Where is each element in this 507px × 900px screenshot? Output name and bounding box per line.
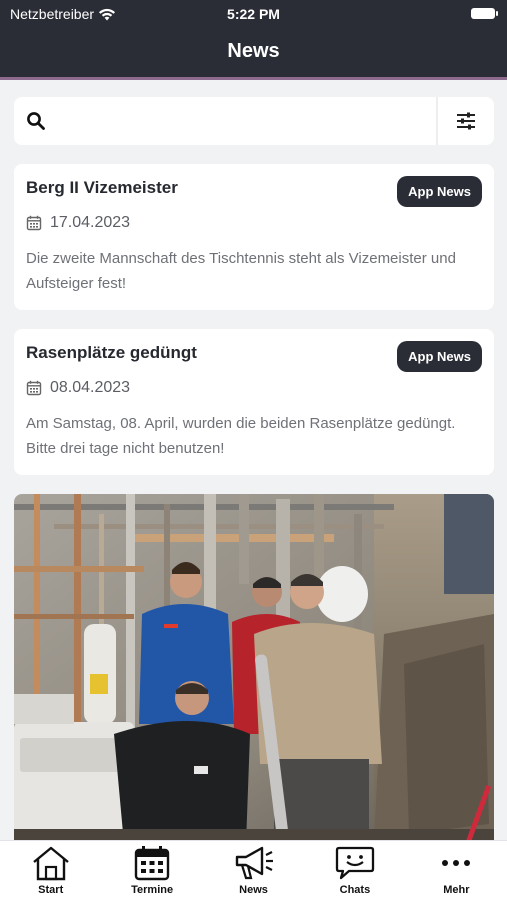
tab-label: Termine [131,884,174,896]
clock: 5:22 PM [227,6,280,22]
news-date: 08.04.2023 [50,379,131,396]
calendar-icon [134,846,170,881]
news-card[interactable]: Rasenplätze gedüngt App News 08.04.2023 … [14,329,494,475]
news-category-badge: App News [397,176,482,207]
search-bar [14,97,494,145]
search-icon [27,112,45,130]
home-icon [32,846,69,881]
battery-icon [471,8,498,19]
more-icon [442,860,471,866]
news-photo[interactable] [14,494,494,844]
status-bar: Netzbetreiber 5:22 PM [0,0,507,28]
news-excerpt: Am Samstag, 08. April, wurden die beiden… [26,415,456,457]
tab-label: Chats [339,884,371,896]
tab-news[interactable]: News [203,841,304,900]
news-date-row: 08.04.2023 [26,379,482,397]
tab-label: Start [38,884,64,896]
news-card[interactable]: Berg II Vizemeister App News 17.04.2023 … [14,164,494,310]
filter-button[interactable] [438,97,494,145]
tab-chats[interactable]: Chats [304,841,405,900]
news-date-row: 17.04.2023 [26,214,482,232]
tab-bar: Start Termine News Chats Mehr [0,840,507,900]
tab-start[interactable]: Start [0,841,101,900]
chat-icon [335,846,375,880]
calendar-icon [26,215,42,231]
tab-termine[interactable]: Termine [101,841,202,900]
page-title: News [227,40,280,62]
boiler-room-photo [14,494,494,844]
news-date: 17.04.2023 [50,214,131,231]
sliders-icon [457,112,475,130]
megaphone-icon [235,846,273,880]
search-input[interactable] [54,112,436,130]
search-field [14,97,438,145]
tab-label: Mehr [443,884,470,896]
tab-label: News [239,884,268,896]
app-header: Netzbetreiber 5:22 PM News [0,0,507,80]
calendar-icon [26,380,42,396]
news-category-badge: App News [397,341,482,372]
news-excerpt: Die zweite Mannschaft des Tischtennis st… [26,250,456,292]
tab-mehr[interactable]: Mehr [406,841,507,900]
